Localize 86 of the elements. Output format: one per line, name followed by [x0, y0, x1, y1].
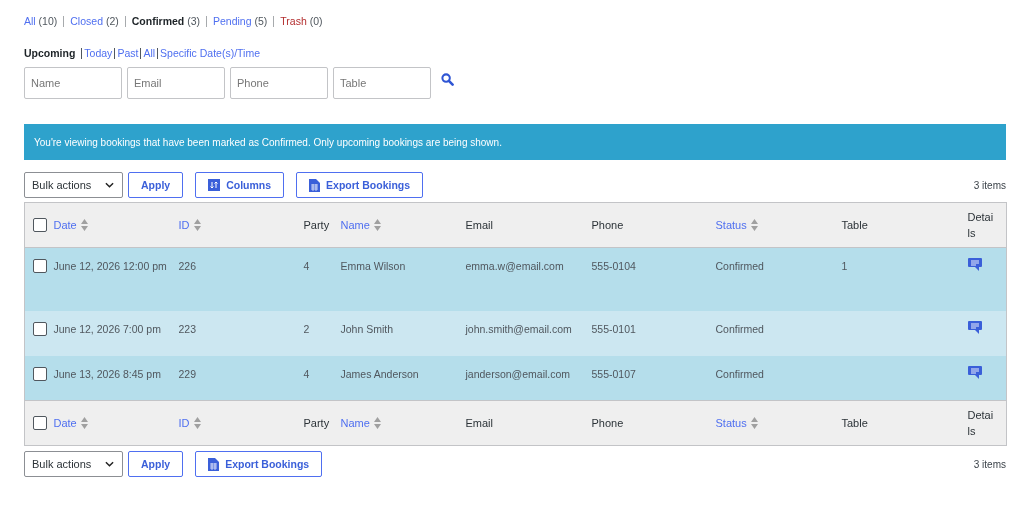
- sort-icon[interactable]: [373, 417, 381, 429]
- sortable-column-header[interactable]: Name: [340, 417, 370, 429]
- caret-icon: [105, 461, 114, 467]
- row-checkbox[interactable]: [33, 321, 47, 336]
- column-header: Email: [465, 219, 493, 231]
- sortable-column-header[interactable]: Name: [340, 219, 370, 231]
- table-cell: 229: [178, 367, 197, 380]
- bulk-actions-dropdown[interactable]: Bulk actions: [24, 451, 123, 477]
- view-filter-link[interactable]: All: [143, 47, 156, 59]
- table-cell: 555-0104: [591, 260, 636, 272]
- column-header: Details: [967, 408, 995, 439]
- table-cell: 4: [303, 260, 310, 272]
- bulk-actions-dropdown[interactable]: Bulk actions: [24, 172, 123, 198]
- table-cell: Confirmed: [715, 367, 764, 380]
- view-filter-link[interactable]: Upcoming: [24, 47, 76, 59]
- table-cell: john.smith@email.com: [465, 322, 572, 335]
- status-filter-link[interactable]: Closed (2): [70, 15, 119, 27]
- table-cell: James Anderson: [340, 367, 419, 380]
- sort-icon[interactable]: [750, 219, 758, 231]
- sortable-column-header[interactable]: Status: [715, 219, 747, 231]
- table-cell: 226: [178, 260, 197, 272]
- column-header: Table: [841, 219, 868, 231]
- sortable-column-header[interactable]: Status: [715, 417, 747, 429]
- status-filter-link[interactable]: All (10): [24, 15, 58, 27]
- filter-field[interactable]: Phone: [230, 67, 328, 99]
- table-cell: 1: [841, 260, 848, 272]
- select-all-checkbox[interactable]: [33, 416, 47, 430]
- sort-icon[interactable]: [193, 219, 201, 231]
- column-header: Phone: [591, 417, 624, 429]
- caret-icon: [105, 182, 114, 188]
- table-cell: janderson@email.com: [465, 367, 571, 380]
- spreadsheet-icon: [208, 457, 220, 471]
- view-filter-link[interactable]: Specific Date(s)/Time: [160, 47, 261, 59]
- apply-button[interactable]: Apply: [128, 451, 184, 477]
- select-all-checkbox[interactable]: [33, 218, 47, 232]
- info-notice: You're viewing bookings that have been marked as Confirmed. Only upcoming bookings are being shown.: [24, 124, 1006, 160]
- table-cell: 555-0107: [591, 367, 636, 380]
- row-checkbox[interactable]: [33, 366, 47, 381]
- sortable-column-header[interactable]: ID: [178, 417, 190, 429]
- filter-field[interactable]: Email: [127, 67, 225, 99]
- table-cell: June 12, 2026 7:00 pm: [53, 322, 161, 335]
- export-bookings-button[interactable]: Export Bookings: [296, 172, 424, 198]
- column-header: Email: [465, 417, 493, 429]
- message-icon[interactable]: [967, 320, 982, 334]
- item-count: 3 items: [973, 458, 1006, 470]
- sortable-column-header[interactable]: ID: [178, 219, 190, 231]
- table-cell: June 13, 2026 8:45 pm: [53, 367, 161, 380]
- sort-icon[interactable]: [80, 417, 88, 429]
- column-header: Table: [841, 417, 868, 429]
- row-checkbox[interactable]: [33, 259, 47, 273]
- table-cell: Emma Wilson: [340, 260, 406, 272]
- apply-button[interactable]: Apply: [128, 172, 184, 198]
- table-cell: 4: [303, 367, 310, 380]
- columns-icon: [208, 179, 221, 191]
- column-header: Party: [303, 218, 331, 233]
- sort-icon[interactable]: [750, 417, 758, 429]
- spreadsheet-icon: [309, 178, 321, 192]
- sort-icon[interactable]: [80, 219, 88, 231]
- search-icon[interactable]: [441, 72, 454, 86]
- table-cell: Confirmed: [715, 322, 764, 335]
- message-icon[interactable]: [967, 365, 982, 379]
- filter-field[interactable]: Name: [24, 67, 122, 99]
- view-filter-link[interactable]: Past: [117, 47, 139, 59]
- table-cell: 555-0101: [591, 322, 636, 335]
- sort-icon[interactable]: [193, 417, 201, 429]
- sort-icon[interactable]: [373, 219, 381, 231]
- status-filter-link[interactable]: Trash (0): [280, 15, 323, 27]
- table-cell: 223: [178, 322, 197, 335]
- table-cell: emma.w@email.com: [465, 260, 564, 272]
- message-icon[interactable]: [967, 258, 982, 271]
- column-header: Phone: [591, 219, 624, 231]
- columns-button[interactable]: Columns: [195, 172, 285, 198]
- export-bookings-button[interactable]: Export Bookings: [195, 451, 323, 477]
- table-cell: Confirmed: [715, 260, 764, 272]
- filter-field[interactable]: Table: [333, 67, 431, 99]
- status-filter-link[interactable]: Confirmed (3): [131, 15, 200, 27]
- sortable-column-header[interactable]: Date: [53, 417, 77, 429]
- table-cell: John Smith: [340, 322, 394, 335]
- sortable-column-header[interactable]: Date: [53, 219, 77, 231]
- table-cell: 2: [303, 322, 310, 335]
- item-count: 3 items: [973, 179, 1006, 191]
- view-filter-link[interactable]: Today: [84, 47, 113, 59]
- status-filter-link[interactable]: Pending (5): [213, 15, 268, 27]
- table-cell: June 12, 2026 12:00 pm: [53, 260, 167, 272]
- column-header: Details: [967, 210, 995, 241]
- column-header: Party: [303, 416, 331, 431]
